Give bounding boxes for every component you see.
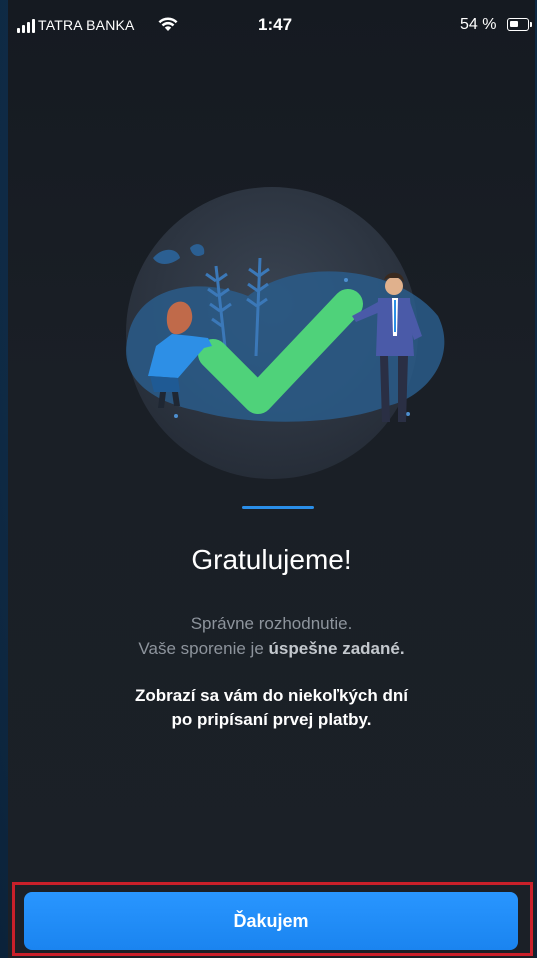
status-time: 1:47 xyxy=(258,15,293,34)
battery-percentage: 54 % xyxy=(460,16,497,33)
subtitle-line-2-prefix: Vaše sporenie je xyxy=(138,639,269,658)
status-bar: TATRA BANKA 1:47 54 % xyxy=(8,0,535,48)
battery-icon xyxy=(507,18,532,31)
screenshot-frame: TATRA BANKA 1:47 54 % Gratulujeme! Správ… xyxy=(0,0,537,958)
accent-divider xyxy=(242,506,314,509)
page-title: Gratulujeme! xyxy=(191,544,352,575)
info-line-2: po pripísaní prvej platby. xyxy=(171,710,372,729)
carrier-name: TATRA BANKA xyxy=(38,17,135,33)
decor-dot xyxy=(344,278,348,282)
subtitle-line-1: Správne rozhodnutie. xyxy=(190,614,353,633)
subtitle-line-2-emphasis: úspešne zadané. xyxy=(268,639,405,658)
decor-dot xyxy=(406,412,410,416)
subtitle-text: Správne rozhodnutie. Vaše sporenie je ús… xyxy=(8,611,535,661)
app-screen: TATRA BANKA 1:47 54 % Gratulujeme! Správ… xyxy=(8,0,535,958)
wifi-icon xyxy=(158,16,178,36)
subtitle-line-2: Vaše sporenie je úspešne zadané. xyxy=(8,636,535,661)
success-checkmark-illustration xyxy=(108,186,448,486)
decor-dot xyxy=(174,414,178,418)
signal-bars-icon xyxy=(17,19,35,33)
thank-you-button[interactable]: Ďakujem xyxy=(24,892,518,950)
info-line-1: Zobrazí sa vám do niekoľkých dní xyxy=(135,686,408,705)
battery-level xyxy=(510,21,518,27)
info-text: Zobrazí sa vám do niekoľkých dní po prip… xyxy=(8,684,535,732)
